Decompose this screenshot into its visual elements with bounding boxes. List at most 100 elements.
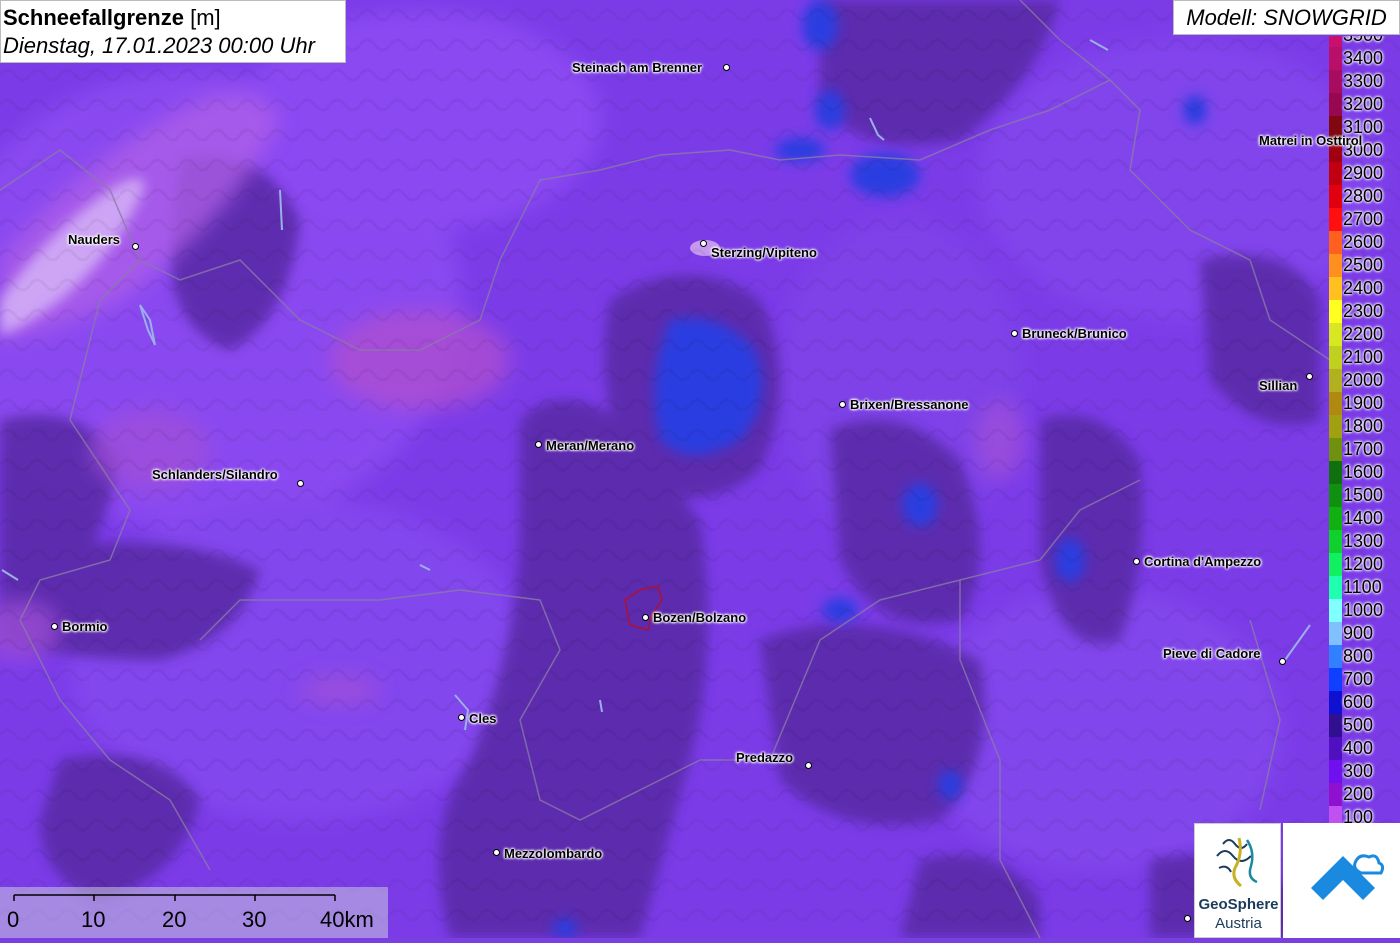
legend-row: 1800 — [1329, 415, 1400, 438]
legend-row: 500 — [1329, 714, 1400, 737]
legend-swatch — [1329, 208, 1342, 231]
partner-logo[interactable] — [1283, 823, 1400, 938]
legend-label: 2000 — [1343, 370, 1384, 390]
city-label[interactable]: Meran/Merano — [546, 438, 634, 453]
legend-label: 1200 — [1343, 554, 1384, 574]
legend-swatch — [1329, 645, 1342, 668]
legend-label: 800 — [1343, 646, 1374, 666]
legend-row: 1600 — [1329, 461, 1400, 484]
city-label[interactable]: Pieve di Cadore — [1163, 646, 1261, 661]
city-label[interactable]: Sterzing/Vipiteno — [711, 245, 817, 260]
legend-row: 600 — [1329, 691, 1400, 714]
legend-swatch — [1329, 553, 1342, 576]
map-date: Dienstag, 17.01.2023 00:00 Uhr — [3, 33, 315, 58]
legend-swatch — [1329, 70, 1342, 93]
scale-bar: 0 10 20 30 40km — [0, 887, 388, 938]
city-label[interactable]: Mezzolombardo — [504, 846, 602, 861]
legend-row: 3500 — [1329, 36, 1400, 47]
legend-row: 2800 — [1329, 185, 1400, 208]
legend-swatch — [1329, 254, 1342, 277]
legend-row: 1500 — [1329, 484, 1400, 507]
map-title-box: Schneefallgrenze [m] Dienstag, 17.01.202… — [0, 0, 346, 63]
legend-label: 2500 — [1343, 255, 1384, 275]
legend-label: 200 — [1343, 784, 1374, 804]
legend-row: 700 — [1329, 668, 1400, 691]
legend-swatch — [1329, 737, 1342, 760]
legend-row: 2400 — [1329, 277, 1400, 300]
legend-swatch — [1329, 438, 1342, 461]
legend-swatch — [1329, 415, 1342, 438]
legend-label: 100 — [1343, 807, 1374, 824]
legend-label: 3400 — [1343, 48, 1384, 68]
city-label[interactable]: Bormio — [62, 619, 108, 634]
city-label[interactable]: Bruneck/Brunico — [1022, 326, 1127, 341]
city-marker[interactable] — [1184, 915, 1191, 922]
title-unit: [m] — [190, 5, 221, 30]
legend-swatch — [1329, 576, 1342, 599]
geosphere-logo[interactable]: GeoSphere Austria — [1194, 823, 1281, 938]
scale-label-40: 40km — [320, 907, 374, 932]
legend-row: 1200 — [1329, 553, 1400, 576]
legend-swatch — [1329, 277, 1342, 300]
legend-swatch — [1329, 300, 1342, 323]
legend-label: 1300 — [1343, 531, 1384, 551]
legend-swatch — [1329, 691, 1342, 714]
city-marker[interactable] — [1279, 658, 1286, 665]
city-marker[interactable] — [1306, 373, 1313, 380]
city-label[interactable]: Steinach am Brenner — [572, 60, 702, 75]
city-marker[interactable] — [51, 623, 58, 630]
city-label[interactable]: Matrei in Osttirol — [1259, 133, 1362, 148]
city-label[interactable]: Cortina d'Ampezzo — [1144, 554, 1261, 569]
city-marker[interactable] — [493, 849, 500, 856]
legend-swatch — [1329, 622, 1342, 645]
legend-label: 900 — [1343, 623, 1374, 643]
legend-swatch — [1329, 231, 1342, 254]
legend-row: 2500 — [1329, 254, 1400, 277]
legend-label: 1900 — [1343, 393, 1384, 413]
legend-swatch — [1329, 369, 1342, 392]
city-label[interactable]: Nauders — [68, 232, 120, 247]
legend-label: 2400 — [1343, 278, 1384, 298]
legend-swatch — [1329, 760, 1342, 783]
geosphere-sub: Austria — [1215, 915, 1262, 932]
legend-row: 2700 — [1329, 208, 1400, 231]
scale-label-10: 10 — [81, 907, 106, 932]
legend-row: 1000 — [1329, 599, 1400, 622]
city-marker[interactable] — [642, 614, 649, 621]
city-marker[interactable] — [297, 480, 304, 487]
legend-swatch — [1329, 507, 1342, 530]
city-marker[interactable] — [805, 762, 812, 769]
city-marker[interactable] — [1011, 330, 1018, 337]
legend-row: 400 — [1329, 737, 1400, 760]
legend-label: 2900 — [1343, 163, 1384, 183]
city-marker[interactable] — [700, 240, 707, 247]
city-marker[interactable] — [723, 64, 730, 71]
legend-swatch — [1329, 530, 1342, 553]
legend-row: 2000 — [1329, 369, 1400, 392]
legend-row: 2300 — [1329, 300, 1400, 323]
city-label[interactable]: Brixen/Bressanone — [850, 397, 969, 412]
city-marker[interactable] — [839, 401, 846, 408]
legend-row: 3200 — [1329, 93, 1400, 116]
legend-swatch — [1329, 599, 1342, 622]
city-label[interactable]: Sillian — [1259, 378, 1297, 393]
legend-row: 1300 — [1329, 530, 1400, 553]
legend-label: 600 — [1343, 692, 1374, 712]
city-marker[interactable] — [1133, 558, 1140, 565]
city-marker[interactable] — [458, 714, 465, 721]
legend-label: 3500 — [1343, 36, 1383, 46]
legend-row: 900 — [1329, 622, 1400, 645]
legend-row: 2200 — [1329, 323, 1400, 346]
city-label[interactable]: Predazzo — [736, 750, 793, 765]
legend-row: 100 — [1329, 806, 1400, 824]
city-marker[interactable] — [535, 441, 542, 448]
city-label[interactable]: Schlanders/Silandro — [152, 467, 278, 482]
legend-label: 2300 — [1343, 301, 1384, 321]
model-label: Modell: SNOWGRID — [1173, 0, 1400, 35]
city-label[interactable]: Bozen/Bolzano — [653, 610, 746, 625]
scale-label-0: 0 — [7, 907, 20, 932]
city-marker[interactable] — [132, 243, 139, 250]
geosphere-name: GeoSphere — [1198, 896, 1279, 913]
city-label[interactable]: Cles — [469, 711, 496, 726]
map-title: Schneefallgrenze [m] — [3, 4, 345, 32]
